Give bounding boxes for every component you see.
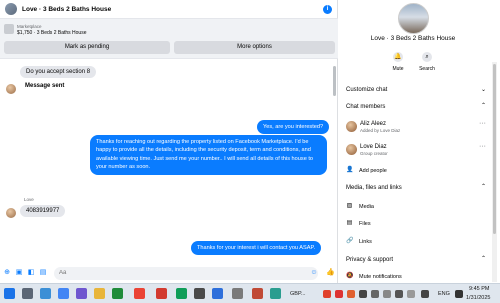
tray-icon-7[interactable] bbox=[395, 290, 403, 298]
member-avatar-2[interactable] bbox=[346, 144, 357, 155]
app-icon-3[interactable] bbox=[176, 288, 187, 299]
chat-info-panel: Love · 3 Beds 2 Baths House 🔔 Mute ⌕ Sea… bbox=[338, 0, 500, 283]
taskbar: GBP... ENG 9:45 PM 1/31/2025 bbox=[0, 283, 500, 303]
tray-icon-3[interactable] bbox=[347, 290, 355, 298]
member-avatar[interactable] bbox=[346, 121, 357, 132]
media-icon[interactable]: ▨ bbox=[346, 203, 353, 210]
sticker-icon[interactable]: ◧ bbox=[27, 269, 35, 277]
panel-title: Love · 3 Beds 2 Baths House bbox=[370, 35, 456, 42]
app-icon-6[interactable] bbox=[232, 288, 243, 299]
wifi-icon[interactable] bbox=[455, 290, 463, 298]
chat-scrollbar[interactable] bbox=[332, 60, 337, 260]
listing-summary[interactable]: $1,750 · 3 Beds 2 Baths House bbox=[17, 30, 87, 36]
listing-thumbnail[interactable] bbox=[4, 24, 14, 34]
messenger-window: Love · 3 Beds 2 Baths House i Marketplac… bbox=[0, 0, 500, 283]
chat-column: Love · 3 Beds 2 Baths House i Marketplac… bbox=[0, 0, 338, 283]
customize-chat-section[interactable]: Customize chat bbox=[346, 87, 387, 93]
image-icon[interactable]: ▣ bbox=[15, 269, 23, 277]
app-icon-5[interactable] bbox=[212, 288, 223, 299]
app-icon-4[interactable] bbox=[194, 288, 205, 299]
privacy-support-section[interactable]: Privacy & support bbox=[346, 257, 393, 263]
file-explorer-icon[interactable] bbox=[94, 288, 105, 299]
links-link[interactable]: Links bbox=[359, 239, 372, 245]
group-avatar[interactable] bbox=[398, 3, 429, 34]
chat-header: Love · 3 Beds 2 Baths House i bbox=[0, 0, 338, 19]
message-input[interactable] bbox=[54, 267, 318, 280]
chevron-up-icon[interactable] bbox=[421, 290, 429, 298]
excel-icon[interactable] bbox=[112, 288, 123, 299]
message-sent-status: Message sent bbox=[25, 83, 65, 89]
link-icon[interactable]: 🔗 bbox=[346, 238, 353, 245]
task-view-icon[interactable] bbox=[22, 288, 33, 299]
chat-avatar[interactable] bbox=[5, 3, 17, 15]
edge-icon[interactable] bbox=[40, 288, 51, 299]
more-icon-2[interactable]: ··· bbox=[479, 143, 486, 150]
search-label[interactable]: Search bbox=[417, 66, 437, 72]
member-name[interactable]: Aliz Aleez bbox=[360, 121, 386, 127]
panel-scrollbar[interactable] bbox=[492, 62, 497, 282]
app-icon-8[interactable] bbox=[270, 288, 281, 299]
chevron-up-icon-3[interactable]: ⌃ bbox=[481, 255, 486, 262]
member-role: Added by Love Diaz bbox=[360, 128, 401, 133]
chat-scrollbar-thumb[interactable] bbox=[333, 66, 336, 96]
like-icon[interactable]: 👍 bbox=[326, 269, 335, 277]
media-files-links-section[interactable]: Media, files and links bbox=[346, 185, 402, 191]
composer: ⊕ ▣ ◧ ▤ ☺ 👍 bbox=[0, 264, 338, 283]
panel-scrollbar-thumb[interactable] bbox=[493, 64, 496, 234]
chevron-up-icon-2[interactable]: ⌃ bbox=[481, 183, 486, 190]
info-icon[interactable]: i bbox=[323, 5, 332, 14]
app-icon-7[interactable] bbox=[252, 288, 263, 299]
emoji-icon[interactable]: ☺ bbox=[310, 269, 318, 277]
chrome-icon[interactable] bbox=[58, 288, 69, 299]
gif-icon[interactable]: ▤ bbox=[39, 269, 47, 277]
sender-avatar-2[interactable] bbox=[6, 208, 16, 218]
bell-icon[interactable]: 🔔 bbox=[393, 52, 403, 62]
file-icon[interactable]: ▤ bbox=[346, 220, 353, 227]
app-icon-2[interactable] bbox=[156, 288, 167, 299]
message-incoming-phone[interactable]: 4083919977 bbox=[20, 205, 66, 217]
marketplace-label: Marketplace bbox=[17, 24, 42, 29]
more-options-button[interactable]: More options bbox=[174, 41, 335, 54]
more-icon[interactable]: ··· bbox=[479, 120, 486, 127]
media-link[interactable]: Media bbox=[359, 204, 374, 210]
chevron-up-icon[interactable]: ⌃ bbox=[481, 102, 486, 109]
chat-members-section[interactable]: Chat members bbox=[346, 104, 385, 110]
currency-widget[interactable]: GBP... bbox=[290, 291, 306, 297]
clock-date[interactable]: 1/31/2025 bbox=[466, 295, 490, 301]
mute-label[interactable]: Mute bbox=[388, 66, 408, 72]
tray-icon-4[interactable] bbox=[359, 290, 367, 298]
bell-off-icon[interactable]: 🔕 bbox=[346, 273, 353, 280]
message-incoming[interactable]: Do you accept section 8 bbox=[20, 66, 97, 78]
language-indicator[interactable]: ENG bbox=[438, 291, 450, 297]
tray-icon-2[interactable] bbox=[335, 290, 343, 298]
app-icon[interactable] bbox=[76, 288, 87, 299]
search-icon[interactable]: ⌕ bbox=[422, 52, 432, 62]
windows-start-icon[interactable] bbox=[4, 288, 15, 299]
member-role-2: Group creator bbox=[360, 151, 388, 156]
tray-icon-8[interactable] bbox=[407, 290, 415, 298]
marketplace-listing-bar: Marketplace $1,750 · 3 Beds 2 Baths Hous… bbox=[0, 19, 338, 59]
mute-notifications-link[interactable]: Mute notifications bbox=[359, 274, 402, 280]
clock-time[interactable]: 9:45 PM bbox=[469, 286, 489, 292]
add-person-icon[interactable]: 👤 bbox=[346, 167, 353, 174]
member-name-2[interactable]: Love Diaz bbox=[360, 144, 387, 150]
add-people-button[interactable]: Add people bbox=[359, 168, 387, 174]
chrome-profile-icon[interactable] bbox=[134, 288, 145, 299]
tray-icon-6[interactable] bbox=[383, 290, 391, 298]
message-outgoing-reply[interactable]: Thanks for your interest i will contact … bbox=[191, 241, 322, 256]
tray-icon[interactable] bbox=[323, 290, 331, 298]
message-outgoing-long[interactable]: Thanks for reaching out regarding the pr… bbox=[90, 135, 327, 175]
chat-title[interactable]: Love · 3 Beds 2 Baths House bbox=[22, 6, 111, 13]
message-outgoing[interactable]: Yes, are you interested? bbox=[257, 120, 330, 135]
tray-icon-5[interactable] bbox=[371, 290, 379, 298]
sender-name: Love bbox=[24, 197, 34, 202]
chevron-down-icon[interactable]: ⌄ bbox=[481, 86, 486, 93]
mark-as-pending-button[interactable]: Mark as pending bbox=[4, 41, 170, 54]
files-link[interactable]: Files bbox=[359, 221, 371, 227]
sender-avatar[interactable] bbox=[6, 84, 16, 94]
plus-icon[interactable]: ⊕ bbox=[3, 269, 11, 277]
